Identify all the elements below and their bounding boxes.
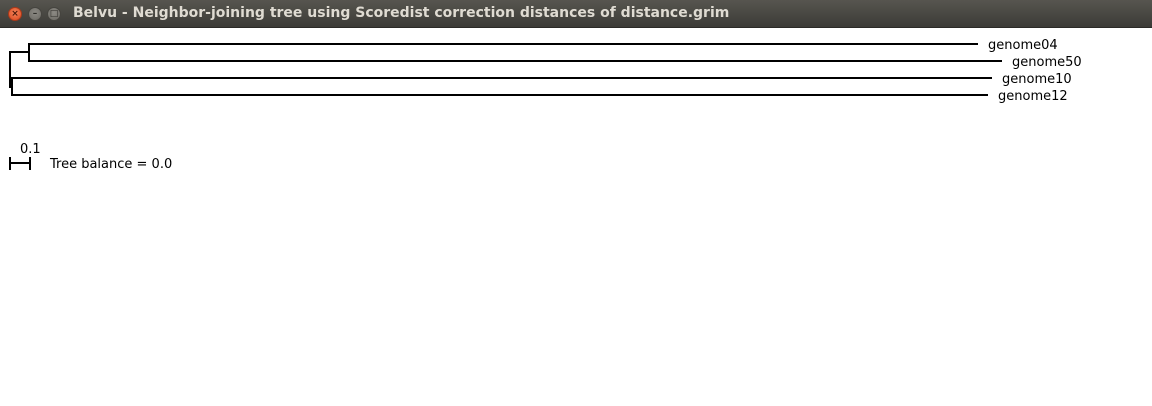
leaf-label-genome50[interactable]: genome50 xyxy=(1012,55,1082,70)
belvu-window: × – □ Belvu - Neighbor-joining tree usin… xyxy=(0,0,1152,406)
title-bar[interactable]: × – □ Belvu - Neighbor-joining tree usin… xyxy=(0,0,1152,28)
window-title: Belvu - Neighbor-joining tree using Scor… xyxy=(73,5,730,21)
leaf-label-genome12[interactable]: genome12 xyxy=(998,89,1068,104)
tree-balance-text: Tree balance = 0.0 xyxy=(50,157,173,172)
maximize-icon[interactable]: □ xyxy=(47,7,61,21)
close-icon[interactable]: × xyxy=(8,7,22,21)
tree-canvas[interactable]: genome04 genome50 genome10 genome12 0.1 … xyxy=(0,28,1152,406)
tree-drawing xyxy=(9,43,1002,170)
leaf-label-genome10[interactable]: genome10 xyxy=(1002,72,1072,87)
scale-bar-label: 0.1 xyxy=(20,142,41,157)
minimize-icon[interactable]: – xyxy=(28,7,42,21)
leaf-label-genome04[interactable]: genome04 xyxy=(988,38,1058,53)
